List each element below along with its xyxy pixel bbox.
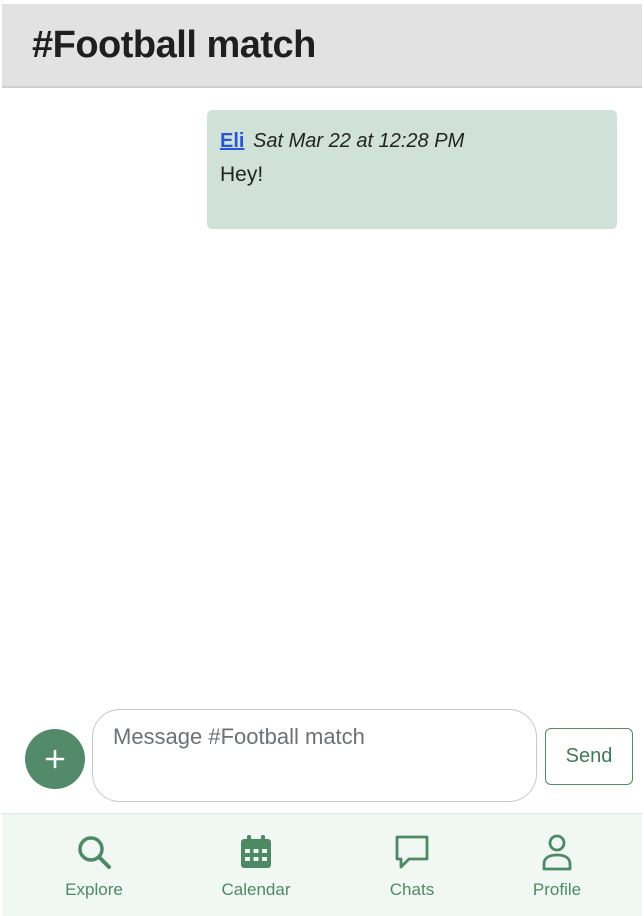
nav-label-calendar: Calendar: [221, 880, 291, 899]
search-icon: [78, 836, 111, 869]
nav-item-explore[interactable]: Explore: [24, 814, 164, 914]
nav-item-calendar[interactable]: Calendar: [186, 814, 326, 914]
message-meta: Eli Sat Mar 22 at 12:28 PM: [220, 128, 604, 154]
message-bubble: Eli Sat Mar 22 at 12:28 PM Hey!: [207, 110, 617, 229]
message-author-link[interactable]: Eli: [220, 130, 244, 152]
channel-title: #Football match: [32, 24, 316, 66]
channel-header: #Football match: [2, 4, 642, 88]
message-input[interactable]: [92, 709, 537, 802]
nav-label-chats: Chats: [389, 880, 435, 899]
person-icon: [542, 834, 572, 871]
nav-label-explore: Explore: [65, 880, 123, 899]
nav-label-profile: Profile: [532, 880, 582, 899]
app: #Football match Eli Sat Mar 22 at 12:28 …: [0, 0, 644, 916]
calendar-icon: [241, 835, 271, 868]
plus-icon: [45, 749, 65, 769]
nav-item-chats[interactable]: Chats: [342, 814, 482, 914]
add-attachment-button[interactable]: [25, 729, 85, 789]
nav-item-profile[interactable]: Profile: [487, 814, 627, 914]
message-text: Hey!: [220, 163, 264, 186]
chat-bubble-icon: [395, 835, 429, 869]
bottom-nav: Explore Calendar Chats Profile: [2, 813, 642, 916]
message-timestamp: Sat Mar 22 at 12:28 PM: [253, 130, 465, 152]
send-button[interactable]: Send: [545, 728, 633, 785]
